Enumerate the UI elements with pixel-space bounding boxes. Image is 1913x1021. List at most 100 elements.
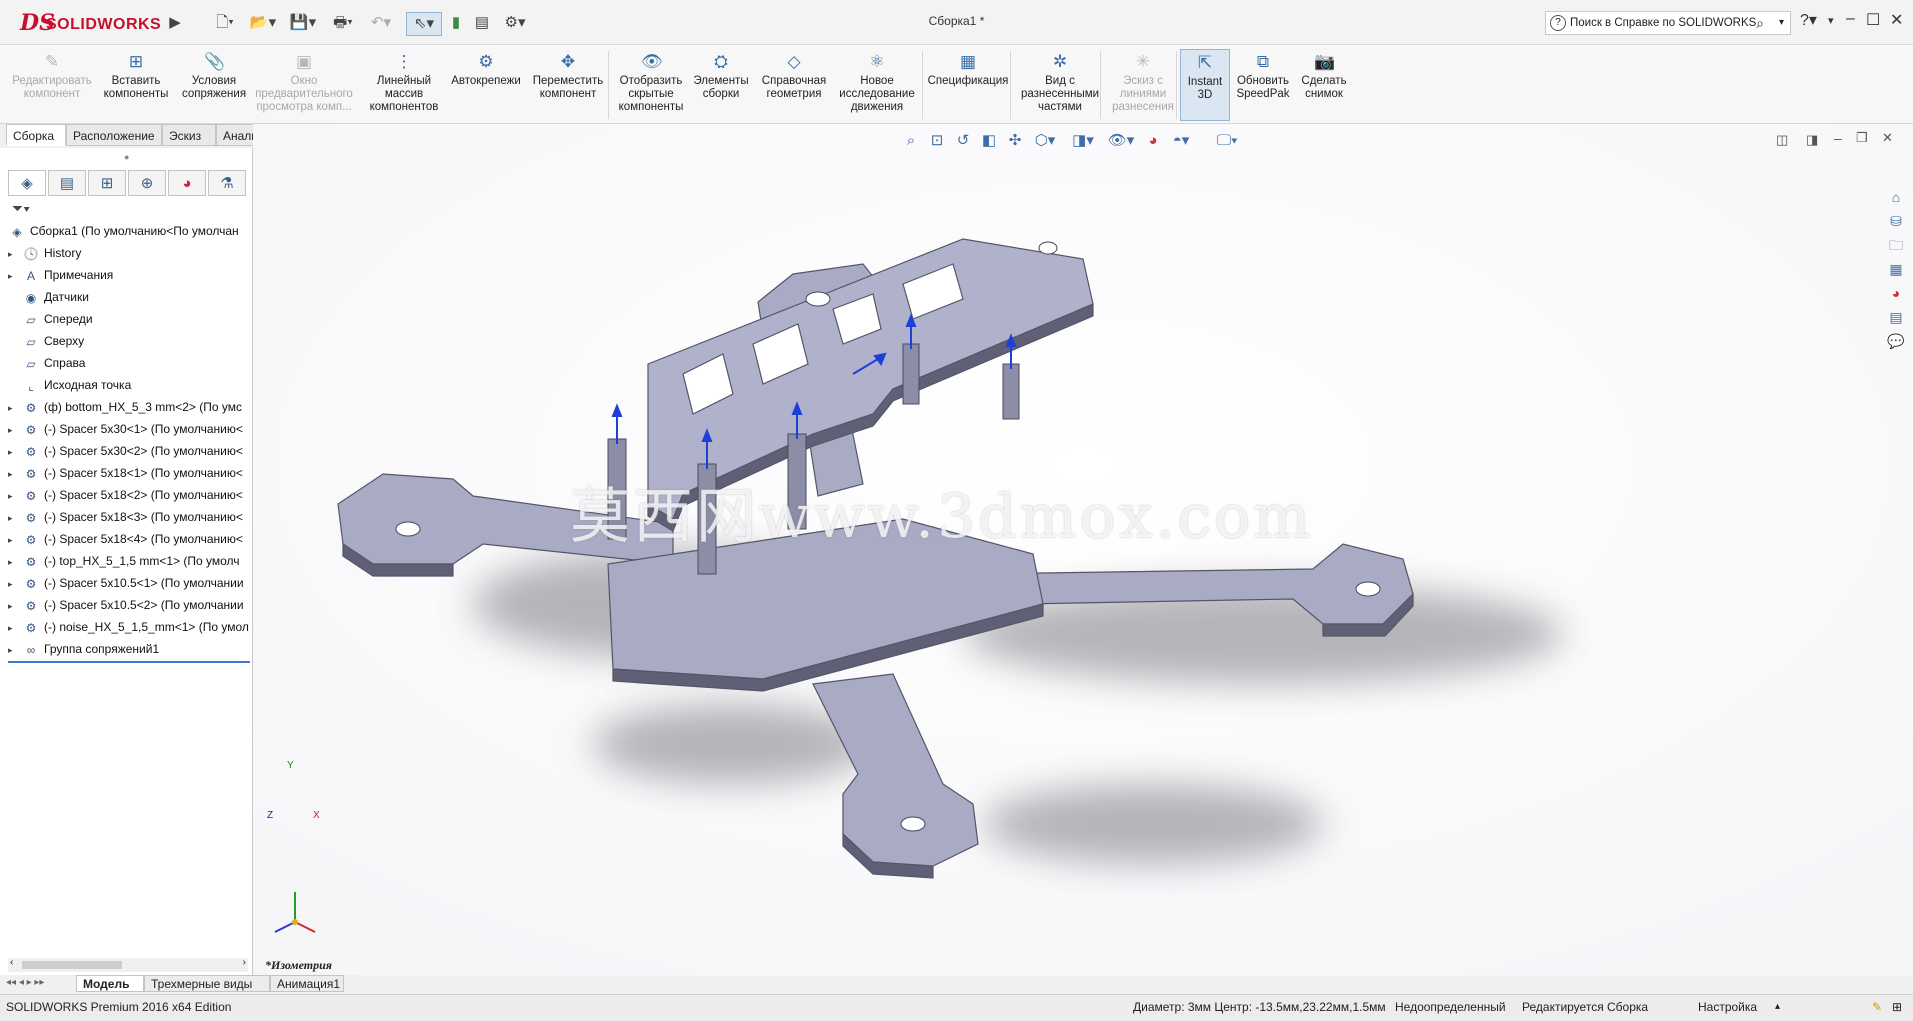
- command-linear-pattern[interactable]: ⋮ Линейный массив компонентов: [362, 49, 446, 119]
- expand-status-icon[interactable]: ⊞: [1892, 995, 1902, 1019]
- tab-nav-arrows-icon[interactable]: ◂◂ ◂ ▸ ▸▸: [6, 977, 44, 988]
- tree-item[interactable]: ▸ ⚙ (-) Spacer 5x18<4> (По умолчанию<: [8, 528, 250, 550]
- expand-arrow-icon[interactable]: ▸: [8, 551, 22, 572]
- tab-1[interactable]: Расположение: [66, 124, 162, 146]
- expand-arrow-icon[interactable]: ▸: [8, 617, 22, 638]
- rebuild-status-icon[interactable]: ✎: [1872, 995, 1882, 1019]
- status-customize[interactable]: Настройка: [1698, 995, 1757, 1019]
- featuremanager-tab-icon[interactable]: ◈: [8, 170, 46, 196]
- expand-arrow-icon[interactable]: ▸: [8, 639, 22, 660]
- command-reference-geometry[interactable]: ◇ Справочная геометрия: [754, 49, 834, 119]
- expand-arrow-icon[interactable]: ▸: [8, 441, 22, 462]
- tab-0[interactable]: Сборка: [6, 124, 66, 146]
- tree-item[interactable]: ▸ 🕓 History: [8, 242, 250, 264]
- help-search-box[interactable]: ? Поиск в Справке по SOLIDWORKS ⌕ ▾: [1545, 11, 1791, 35]
- view-palette-icon[interactable]: ▦: [1885, 258, 1907, 280]
- bottom-tab-2[interactable]: Анимация1: [270, 975, 344, 992]
- tree-item[interactable]: ▸ ⚙ (-) Spacer 5x18<1> (По умолчанию<: [8, 462, 250, 484]
- section-view-icon[interactable]: ◧: [978, 130, 1000, 152]
- maximize-icon[interactable]: ☐: [1866, 10, 1880, 30]
- forum-icon[interactable]: 💬: [1885, 330, 1907, 352]
- minimize-icon[interactable]: –: [1846, 10, 1855, 28]
- doc-minimize-icon[interactable]: –: [1834, 130, 1842, 146]
- expand-arrow-icon[interactable]: ▸: [8, 595, 22, 616]
- search-dropdown-icon[interactable]: ▾: [1779, 12, 1784, 34]
- close-icon[interactable]: ✕: [1890, 10, 1903, 30]
- file-explorer-icon[interactable]: 🗀: [1885, 234, 1907, 256]
- dimxpert-tab-icon[interactable]: ⊕: [128, 170, 166, 196]
- view-settings-icon[interactable]: 🖵▾: [1210, 130, 1244, 152]
- expand-arrow-icon[interactable]: ▸: [8, 573, 22, 594]
- command-preview-window[interactable]: ▣ Окно предварительного просмотра комп...: [246, 49, 362, 119]
- tree-item[interactable]: ▸ ⚙ (-) Spacer 5x10.5<2> (По умолчании: [8, 594, 250, 616]
- propertymanager-tab-icon[interactable]: ▤: [48, 170, 86, 196]
- previous-view-icon[interactable]: ↺: [952, 130, 974, 152]
- display-manager-tab-icon[interactable]: ◕: [168, 170, 206, 196]
- expand-arrow-icon[interactable]: ▸: [8, 265, 22, 286]
- bottom-tab-0[interactable]: Модель: [76, 975, 144, 992]
- tree-item[interactable]: ▸ A Примечания: [8, 264, 250, 286]
- tree-item[interactable]: ⌞ Исходная точка: [8, 374, 250, 396]
- scroll-right-icon[interactable]: ›: [243, 957, 246, 968]
- cam-tab-icon[interactable]: ⚗: [208, 170, 246, 196]
- tree-root-assembly[interactable]: ◈ Сборка1 (По умолчанию<По умолчан: [8, 220, 250, 242]
- tree-item[interactable]: ▸ ∞ Группа сопряжений1: [8, 638, 250, 660]
- zoom-area-icon[interactable]: ⊡: [926, 130, 948, 152]
- hide-show-items-icon[interactable]: 👁▾: [1106, 130, 1136, 152]
- command-smart-fasteners[interactable]: ⚙ Автокрепежи: [446, 49, 526, 119]
- command-exploded-view[interactable]: ✲ Вид с разнесенными частями: [1012, 49, 1108, 119]
- doc-restore-icon[interactable]: ❐: [1856, 130, 1868, 146]
- tree-item[interactable]: ▸ ⚙ (-) Spacer 5x10.5<1> (По умолчании: [8, 572, 250, 594]
- expand-arrow-icon[interactable]: ▸: [8, 397, 22, 418]
- dynamic-annotation-icon[interactable]: ✣: [1004, 130, 1026, 152]
- scroll-left-icon[interactable]: ‹: [10, 957, 13, 968]
- command-edit-component[interactable]: ✎ Редактировать компонент: [8, 49, 96, 119]
- command-show-hidden[interactable]: 👁 Отобразить скрытые компоненты: [614, 49, 688, 119]
- command-explode-line-sketch[interactable]: ✳ Эскиз с линиями разнесения: [1106, 49, 1180, 119]
- viewport-split-icon[interactable]: ◨: [1806, 132, 1818, 148]
- tree-item[interactable]: ▸ ⚙ (-) Spacer 5x18<2> (По умолчанию<: [8, 484, 250, 506]
- scroll-thumb[interactable]: [22, 961, 122, 969]
- tree-item[interactable]: ◉ Датчики: [8, 286, 250, 308]
- command-snapshot[interactable]: 📷 Сделать снимок: [1296, 49, 1352, 119]
- expand-arrow-icon[interactable]: ▸: [8, 463, 22, 484]
- command-mate[interactable]: 📎 Условия сопряжения: [176, 49, 252, 119]
- command-bom[interactable]: ▦ Спецификация: [924, 49, 1012, 119]
- edit-appearance-icon[interactable]: ◕: [1142, 130, 1164, 152]
- tree-item[interactable]: ▸ ⚙ (-) noise_HX_5_1,5_mm<1> (По умол: [8, 616, 250, 638]
- pin-icon[interactable]: ▾: [1828, 14, 1834, 27]
- command-motion-study[interactable]: ⚛ Новое исследование движения: [834, 49, 920, 119]
- panel-splitter-handle[interactable]: ●: [124, 152, 129, 162]
- custom-properties-icon[interactable]: ▤: [1885, 306, 1907, 328]
- expand-arrow-icon[interactable]: ▸: [8, 243, 22, 264]
- command-insert-components[interactable]: ⊞ Вставить компоненты: [94, 49, 178, 119]
- tree-item[interactable]: ▸ ⚙ (-) Spacer 5x18<3> (По умолчанию<: [8, 506, 250, 528]
- bottom-tab-1[interactable]: Трехмерные виды: [144, 975, 270, 992]
- command-move-component[interactable]: ✥ Переместить компонент: [526, 49, 610, 119]
- design-library-icon[interactable]: ⛁: [1885, 210, 1907, 232]
- command-assembly-features[interactable]: ⛭ Элементы сборки: [688, 49, 754, 119]
- tree-item[interactable]: ▸ ⚙ (-) top_HX_5_1,5 mm<1> (По умолч: [8, 550, 250, 572]
- help-search-input[interactable]: Поиск в Справке по SOLIDWORKS: [1570, 17, 1756, 29]
- doc-close-icon[interactable]: ✕: [1882, 130, 1893, 146]
- tab-2[interactable]: Эскиз: [162, 124, 216, 146]
- view-orientation-icon[interactable]: ⬡▾: [1030, 130, 1060, 152]
- tree-item[interactable]: ▸ ⚙ (ф) bottom_HX_5_3 mm<2> (По умс: [8, 396, 250, 418]
- display-style-icon[interactable]: ◨▾: [1068, 130, 1098, 152]
- expand-arrow-icon[interactable]: ▸: [8, 419, 22, 440]
- tree-item[interactable]: ▸ ⚙ (-) Spacer 5x30<2> (По умолчанию<: [8, 440, 250, 462]
- tree-item[interactable]: ▸ ⚙ (-) Spacer 5x30<1> (По умолчанию<: [8, 418, 250, 440]
- rollback-bar[interactable]: [8, 661, 250, 663]
- expand-arrow-icon[interactable]: ▸: [8, 529, 22, 550]
- command-instant3d[interactable]: ⇱ Instant 3D: [1180, 49, 1230, 121]
- tree-item[interactable]: ▱ Сверху: [8, 330, 250, 352]
- search-icon[interactable]: ⌕: [1756, 12, 1764, 34]
- apply-scene-icon[interactable]: ◓▾: [1166, 130, 1196, 152]
- configurationmanager-tab-icon[interactable]: ⊞: [88, 170, 126, 196]
- command-speedpak[interactable]: ⧉ Обновить SpeedPak: [1232, 49, 1294, 119]
- solidworks-resources-icon[interactable]: ⌂: [1885, 186, 1907, 208]
- expand-arrow-icon[interactable]: ▸: [8, 507, 22, 528]
- tree-item[interactable]: ▱ Справа: [8, 352, 250, 374]
- appearances-icon[interactable]: ◕: [1885, 282, 1907, 304]
- expand-arrow-icon[interactable]: ▸: [8, 485, 22, 506]
